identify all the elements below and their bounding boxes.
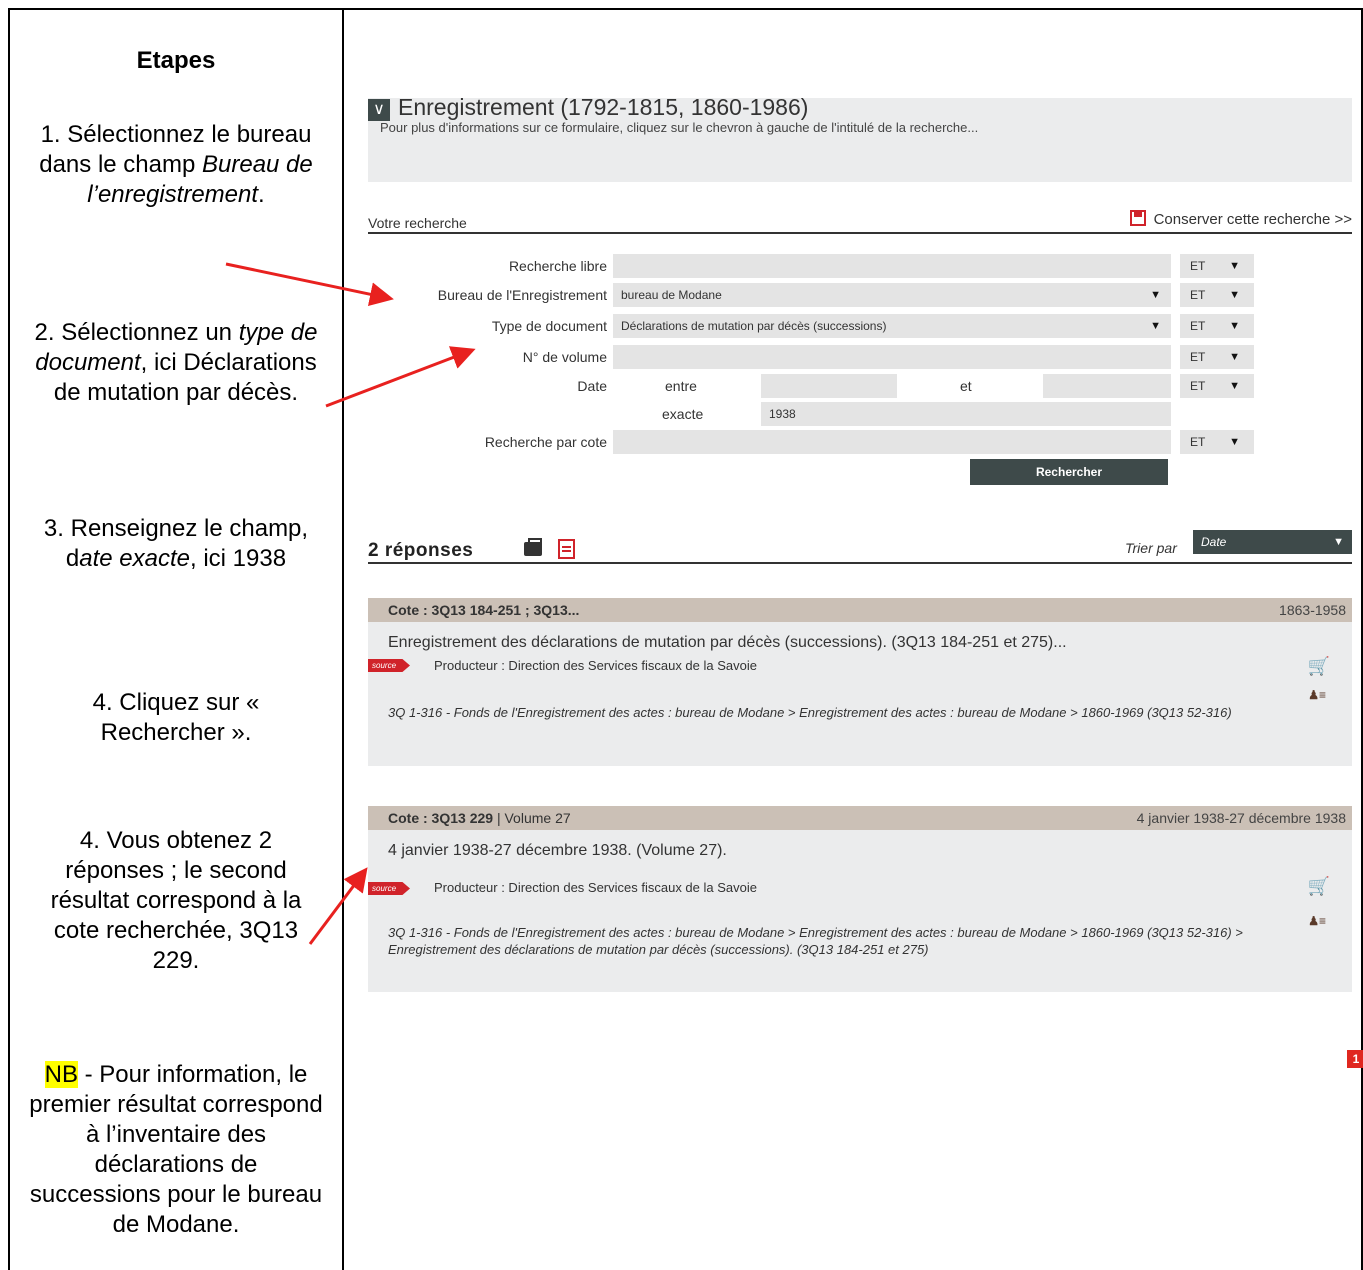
annotation-arrows: [225, 262, 476, 945]
arrow-step-1: [225, 262, 394, 307]
arrow-step-2: [325, 346, 476, 408]
arrow-step-5: [308, 867, 368, 945]
